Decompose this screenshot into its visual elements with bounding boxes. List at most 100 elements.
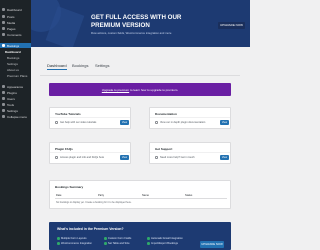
- feature-label: Custom Form Fields: [108, 237, 132, 240]
- question-icon: [55, 156, 58, 159]
- sidebar-item-label: Dashboard: [7, 7, 22, 12]
- column-header-name: Name: [142, 194, 149, 197]
- column-header-party: Party: [98, 194, 105, 197]
- sidebar-item-dashboard[interactable]: Dashboard: [0, 7, 31, 12]
- tab-bookings[interactable]: Bookings: [72, 63, 88, 69]
- sidebar-item-label: Collapse menu: [7, 114, 28, 119]
- premium-banner: GET FULL ACCESS WITH OUR PREMIUM VERSION…: [31, 0, 250, 47]
- card-title: YouTube Tutorials: [55, 112, 81, 116]
- feature-label: WooCommerce Integration: [61, 242, 92, 245]
- sidebar-subitem-bookings[interactable]: Bookings: [7, 56, 19, 60]
- view-tutorials-button[interactable]: View: [120, 120, 129, 125]
- sidebar-item-label: Appearance: [7, 84, 24, 89]
- sidebar-subitem-about[interactable]: About us: [7, 68, 19, 72]
- upgrade-notice-text: Upgrade to premium to learn how to upgra…: [102, 88, 178, 92]
- feature-label: Multiple Form Layouts: [61, 237, 87, 240]
- sidebar-item-label: Posts: [7, 14, 15, 19]
- upgrade-now-button[interactable]: UPGRADE NOW: [218, 22, 245, 29]
- wrench-icon: [2, 103, 5, 106]
- sidebar-item-label: Pages: [7, 26, 16, 31]
- check-icon: [104, 242, 107, 245]
- feature-item: Multiple Form Layouts: [57, 237, 87, 240]
- check-icon: [57, 242, 60, 245]
- page-icon: [2, 27, 5, 30]
- feature-item: Custom Form Fields: [104, 237, 131, 240]
- sidebar-section-title[interactable]: Dashboard: [5, 50, 21, 54]
- sidebar-subitem-premium[interactable]: Premium Plans: [7, 74, 27, 78]
- sidebar-item-bookings[interactable]: Bookings: [0, 43, 31, 48]
- card-documentation: Documentation View our in depth plugin d…: [149, 107, 231, 129]
- view-support-button[interactable]: View: [220, 155, 229, 160]
- tab-settings[interactable]: Settings: [95, 63, 109, 69]
- column-header-status: Status: [185, 194, 193, 197]
- pin-icon: [2, 15, 5, 18]
- support-icon: [155, 156, 158, 159]
- sidebar-item-settings[interactable]: Settings: [0, 108, 31, 113]
- sidebar-collapse[interactable]: Collapse menu: [0, 114, 31, 119]
- check-icon: [147, 237, 150, 240]
- feature-label: Set Table and Size: [108, 242, 130, 245]
- sidebar-item-users[interactable]: Users: [0, 96, 31, 101]
- card-get-support: Get Support Need more help? Get in touch…: [149, 142, 231, 164]
- column-header-date: Date: [56, 194, 62, 197]
- feature-label: Import/Export Bookings: [151, 242, 178, 245]
- tab-dashboard[interactable]: Dashboard: [47, 63, 67, 70]
- card-text: Access plugin and info and FAQs here: [60, 156, 105, 159]
- feature-item: Automatic Email Integration: [147, 237, 183, 240]
- sidebar-item-label: Users: [7, 96, 15, 101]
- tabs-divider: [40, 75, 240, 76]
- card-youtube-tutorials: YouTube Tutorials Get help with our vide…: [49, 107, 131, 129]
- sidebar-item-label: Plugins: [7, 90, 17, 95]
- banner-subtitle: Row actions, custom fields, WooCommerce …: [91, 31, 172, 35]
- upgrade-notice: Upgrade to premium to learn how to upgra…: [49, 83, 231, 96]
- sidebar-item-pages[interactable]: Pages: [0, 26, 31, 31]
- card-plugin-faqs: Plugin FAQs Access plugin and info and F…: [49, 142, 131, 164]
- card-title: Plugin FAQs: [55, 147, 73, 151]
- feature-label: Automatic Email Integration: [151, 237, 183, 240]
- view-documentation-button[interactable]: View: [220, 120, 229, 125]
- dashboard-icon: [2, 8, 5, 11]
- card-divider: [50, 152, 130, 153]
- admin-sidebar: Dashboard Posts Media Pages Comments Boo…: [0, 0, 31, 250]
- sidebar-item-appearance[interactable]: Appearance: [0, 84, 31, 89]
- sidebar-item-label: Comments: [7, 32, 22, 37]
- sidebar-item-plugins[interactable]: Plugins: [0, 90, 31, 95]
- check-icon: [104, 237, 107, 240]
- card-divider: [150, 117, 230, 118]
- check-icon: [147, 242, 150, 245]
- card-title: Get Support: [155, 147, 173, 151]
- sidebar-item-comments[interactable]: Comments: [0, 32, 31, 37]
- premium-features-panel: What's included in the Premium Version? …: [49, 222, 231, 250]
- sidebar-item-posts[interactable]: Posts: [0, 14, 31, 19]
- table-divider: [55, 198, 227, 199]
- summary-title: Bookings Summary: [55, 185, 84, 189]
- check-icon: [57, 237, 60, 240]
- comment-icon: [2, 33, 5, 36]
- card-title: Documentation: [155, 112, 177, 116]
- collapse-icon: [2, 115, 5, 118]
- card-divider: [150, 152, 230, 153]
- document-icon: [155, 121, 158, 124]
- brush-icon: [2, 85, 5, 88]
- sidebar-item-media[interactable]: Media: [0, 20, 31, 25]
- feature-item: Import/Export Bookings: [147, 242, 178, 245]
- sidebar-item-tools[interactable]: Tools: [0, 102, 31, 107]
- media-icon: [2, 21, 5, 24]
- card-divider: [50, 117, 130, 118]
- card-text: Get help with our video tutorials: [60, 121, 97, 124]
- upgrade-link[interactable]: Upgrade to premium: [102, 88, 129, 92]
- feature-item: WooCommerce Integration: [57, 242, 92, 245]
- sidebar-item-label: Tools: [7, 102, 15, 107]
- video-icon: [55, 121, 58, 124]
- premium-features-title: What's included in the Premium Version?: [57, 227, 124, 231]
- plug-icon: [2, 91, 5, 94]
- user-icon: [2, 97, 5, 100]
- sidebar-item-label: Bookings: [7, 43, 20, 48]
- sidebar-subitem-settings[interactable]: Settings: [7, 62, 18, 66]
- upgrade-notice-body: to learn how to upgrade to premium.: [129, 87, 179, 92]
- banner-title: GET FULL ACCESS WITH OUR PREMIUM VERSION: [91, 14, 182, 29]
- view-faqs-button[interactable]: View: [120, 155, 129, 160]
- card-text: Need more help? Get in touch: [160, 156, 195, 159]
- upgrade-now-button[interactable]: UPGRADE NOW: [200, 241, 224, 248]
- sidebar-item-label: Settings: [7, 108, 18, 113]
